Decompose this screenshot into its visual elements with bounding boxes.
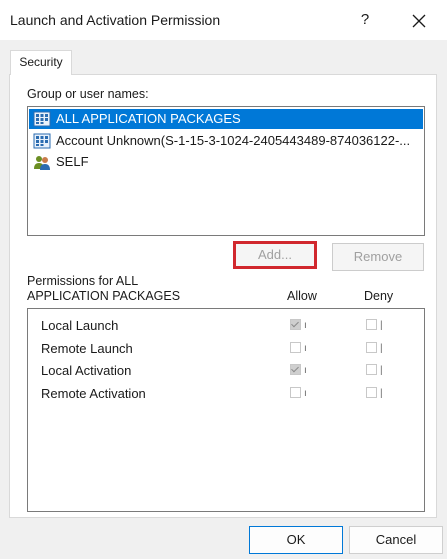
- allow-mark: ı: [304, 388, 307, 399]
- cancel-button[interactable]: Cancel: [349, 526, 443, 554]
- permission-row: Local Launch ı |: [28, 315, 424, 337]
- permission-name: Remote Activation: [41, 386, 146, 401]
- permission-row: Remote Launch ı |: [28, 338, 424, 360]
- remove-button[interactable]: Remove: [332, 243, 424, 271]
- app-packages-icon: [33, 111, 51, 127]
- allow-mark: ı: [304, 343, 307, 354]
- group-list[interactable]: ALL APPLICATION PACKAGES Account Unknown…: [27, 106, 425, 236]
- close-icon: [412, 14, 426, 28]
- list-item-self[interactable]: SELF: [29, 152, 423, 172]
- deny-checkbox[interactable]: [366, 387, 377, 398]
- allow-column-header: Allow: [287, 289, 317, 303]
- deny-mark: |: [380, 388, 383, 399]
- list-item-account-unknown[interactable]: Account Unknown(S-1-15-3-1024-2405443489…: [29, 131, 423, 151]
- permissions-list: Local Launch ı | Remote Launch ı | Local…: [27, 308, 425, 512]
- deny-checkbox[interactable]: [366, 364, 377, 375]
- list-item-label: ALL APPLICATION PACKAGES: [56, 111, 241, 126]
- title-bar: Launch and Activation Permission ?: [0, 0, 447, 40]
- deny-mark: |: [380, 365, 383, 376]
- help-button[interactable]: ?: [352, 6, 378, 34]
- allow-checkbox[interactable]: [290, 387, 301, 398]
- allow-mark: ı: [304, 365, 307, 376]
- allow-mark: ı: [304, 320, 307, 331]
- ok-button[interactable]: OK: [249, 526, 343, 554]
- permission-row: Local Activation ı |: [28, 360, 424, 382]
- add-button[interactable]: Add...: [233, 241, 317, 269]
- allow-checkbox[interactable]: [290, 319, 301, 330]
- list-item-all-application-packages[interactable]: ALL APPLICATION PACKAGES: [29, 109, 423, 129]
- allow-checkbox[interactable]: [290, 342, 301, 353]
- list-item-label: Account Unknown(S-1-15-3-1024-2405443489…: [56, 133, 411, 148]
- users-icon: [34, 156, 50, 170]
- permission-name: Remote Launch: [41, 341, 133, 356]
- group-list-label: Group or user names:: [27, 87, 149, 101]
- app-packages-icon: [33, 133, 51, 149]
- window-title: Launch and Activation Permission: [10, 12, 221, 28]
- list-item-label: SELF: [56, 154, 89, 169]
- deny-checkbox[interactable]: [366, 342, 377, 353]
- permissions-label-line2: APPLICATION PACKAGES: [27, 289, 181, 303]
- allow-checkbox[interactable]: [290, 364, 301, 375]
- deny-checkbox[interactable]: [366, 319, 377, 330]
- tab-security[interactable]: Security: [10, 50, 72, 75]
- deny-mark: |: [380, 320, 383, 331]
- permissions-label-line1: Permissions for ALL: [27, 274, 139, 288]
- deny-mark: |: [380, 343, 383, 354]
- close-button[interactable]: [404, 6, 434, 34]
- permission-row: Remote Activation ı |: [28, 383, 424, 405]
- permission-name: Local Activation: [41, 363, 132, 378]
- permission-name: Local Launch: [41, 318, 119, 333]
- deny-column-header: Deny: [364, 289, 394, 303]
